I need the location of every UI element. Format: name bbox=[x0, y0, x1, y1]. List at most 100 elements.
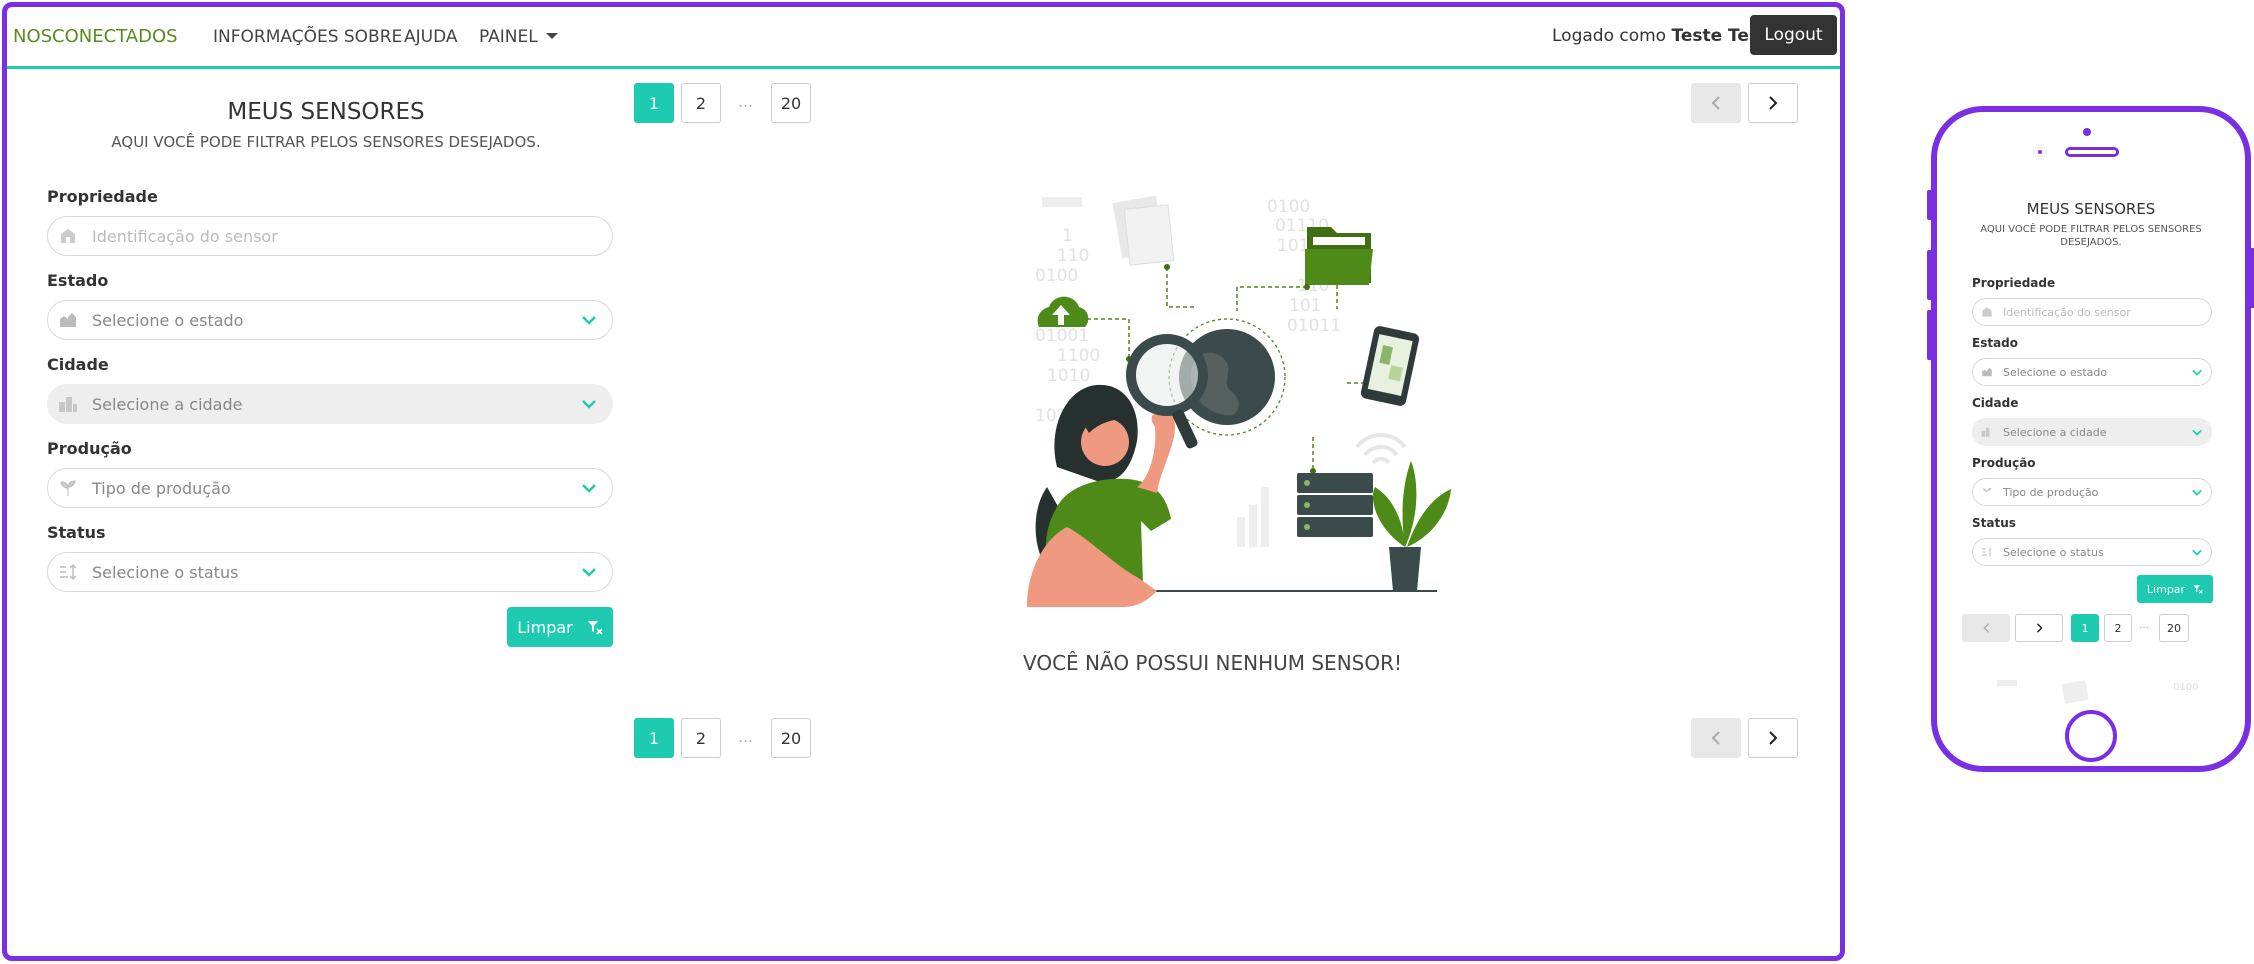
page-20-button[interactable]: 20 bbox=[771, 83, 811, 123]
producao-value: Tipo de produção bbox=[92, 478, 231, 498]
mobile-subtitle-line1: AQUI VOCÊ PODE FILTRAR PELOS SENSORES bbox=[1980, 224, 2202, 235]
binary-text: 1010 bbox=[1047, 366, 1090, 386]
chevron-left-icon bbox=[1982, 623, 1989, 633]
filter-clear-icon bbox=[2193, 585, 2203, 594]
mobile-prev-page-button[interactable] bbox=[1962, 614, 2010, 642]
mobile-estado-select[interactable]: Selecione o estado bbox=[1972, 358, 2212, 386]
binary-text: 0100 bbox=[1267, 197, 1310, 217]
mobile-illustration-binary: 0100 bbox=[2173, 682, 2199, 693]
page-20-button[interactable]: 20 bbox=[771, 718, 811, 758]
nav-link-ajuda[interactable]: AJUDA bbox=[404, 27, 458, 47]
mobile-illustration-peek bbox=[1997, 680, 2017, 686]
chevron-down-icon bbox=[582, 316, 596, 325]
cidade-value: Selecione a cidade bbox=[92, 394, 243, 414]
mobile-next-page-button[interactable] bbox=[2015, 614, 2063, 642]
binary-text: 01011 bbox=[1287, 316, 1341, 336]
prev-page-button[interactable] bbox=[1691, 718, 1741, 758]
mobile-label-estado: Estado bbox=[1972, 336, 2019, 350]
chevron-left-icon bbox=[1711, 731, 1720, 745]
phone-camera bbox=[2083, 128, 2091, 136]
producao-select[interactable]: Tipo de produção bbox=[47, 468, 613, 508]
mobile-preview-frame: MEUS SENSORES AQUI VOCÊ PODE FILTRAR PEL… bbox=[1931, 106, 2251, 772]
phone-sensor bbox=[2038, 150, 2042, 154]
city-icon bbox=[1981, 426, 1995, 438]
chevron-down-icon bbox=[2192, 549, 2202, 556]
mobile-label-status: Status bbox=[1972, 516, 2016, 530]
mobile-page-1-button[interactable]: 1 bbox=[2071, 614, 2099, 642]
mobile-cidade-select[interactable]: Selecione a cidade bbox=[1972, 418, 2212, 446]
chevron-left-icon bbox=[1711, 96, 1720, 110]
label-producao: Produção bbox=[47, 439, 132, 458]
chevron-right-icon bbox=[1769, 731, 1778, 745]
mobile-pagination-ellipsis: … bbox=[2139, 620, 2149, 631]
binary-text: 110 bbox=[1057, 246, 1089, 266]
city-icon bbox=[58, 394, 78, 414]
mobile-label-producao: Produção bbox=[1972, 456, 2036, 470]
mobile-subtitle-line2: DESEJADOS. bbox=[2060, 237, 2122, 248]
nav-dropdown-painel[interactable]: PAINEL bbox=[479, 27, 558, 47]
chevron-down-icon bbox=[2192, 489, 2202, 496]
page-title: MEUS SENSORES bbox=[227, 99, 425, 125]
sort-icon bbox=[1981, 546, 1995, 558]
mobile-clear-filters-label: Limpar bbox=[2146, 582, 2186, 596]
next-page-button[interactable] bbox=[1748, 718, 1798, 758]
page-1-button[interactable]: 1 bbox=[634, 83, 674, 123]
mobile-status-value: Selecione o status bbox=[2003, 545, 2104, 559]
map-state-icon bbox=[58, 310, 78, 330]
mobile-status-select[interactable]: Selecione o status bbox=[1972, 538, 2212, 566]
propriedade-placeholder: Identificação do sensor bbox=[92, 226, 278, 246]
brand-link[interactable]: NOSCONECTADOS bbox=[13, 26, 178, 47]
plant-icon bbox=[58, 478, 78, 498]
mobile-producao-value: Tipo de produção bbox=[2003, 485, 2099, 499]
mobile-label-propriedade: Propriedade bbox=[1972, 276, 2056, 290]
mobile-page-title: MEUS SENSORES bbox=[2026, 200, 2156, 218]
label-status: Status bbox=[47, 523, 106, 542]
logged-prefix: Logado como bbox=[1552, 26, 1667, 46]
chevron-down-icon bbox=[582, 484, 596, 493]
cidade-select[interactable]: Selecione a cidade bbox=[47, 384, 613, 424]
plant-icon bbox=[1981, 486, 1995, 498]
page-2-button[interactable]: 2 bbox=[681, 718, 721, 758]
logout-button[interactable]: Logout bbox=[1750, 15, 1837, 55]
status-value: Selecione o status bbox=[92, 562, 239, 582]
prev-page-button[interactable] bbox=[1691, 83, 1741, 123]
empty-state-message: VOCÊ NÃO POSSUI NENHUM SENSOR! bbox=[1023, 651, 1403, 675]
desktop-frame: NOSCONECTADOS INFORMAÇÕES SOBRE AJUDA PA… bbox=[2, 2, 1845, 961]
mobile-illustration-peek bbox=[2061, 680, 2089, 704]
binary-text: 1 bbox=[1062, 226, 1073, 246]
page-1-button[interactable]: 1 bbox=[634, 718, 674, 758]
mobile-label-cidade: Cidade bbox=[1972, 396, 2019, 410]
nav-painel-label: PAINEL bbox=[479, 27, 538, 47]
clear-filters-label: Limpar bbox=[517, 617, 573, 637]
chevron-down-icon bbox=[2192, 429, 2202, 436]
filter-clear-icon bbox=[587, 621, 603, 635]
chevron-down-icon bbox=[582, 568, 596, 577]
mobile-propriedade-input[interactable]: Identificação do sensor bbox=[1972, 298, 2212, 326]
estado-select[interactable]: Selecione o estado bbox=[47, 300, 613, 340]
chevron-right-icon bbox=[1769, 96, 1778, 110]
label-propriedade: Propriedade bbox=[47, 187, 158, 206]
label-estado: Estado bbox=[47, 271, 109, 290]
empty-state-illustration: 0100 01110 1010 110 101 01011 1 110 0100… bbox=[1027, 195, 1451, 607]
chevron-right-icon bbox=[2036, 623, 2043, 633]
mobile-propriedade-placeholder: Identificação do sensor bbox=[2003, 305, 2131, 319]
chevron-down-icon bbox=[2192, 369, 2202, 376]
property-icon bbox=[1981, 306, 1995, 318]
propriedade-input[interactable]: Identificação do sensor bbox=[47, 216, 613, 256]
clear-filters-button[interactable]: Limpar bbox=[507, 607, 613, 647]
mobile-page-2-button[interactable]: 2 bbox=[2104, 614, 2132, 642]
navbar: NOSCONECTADOS INFORMAÇÕES SOBRE AJUDA PA… bbox=[7, 7, 1840, 69]
binary-text: 101 bbox=[1289, 296, 1321, 316]
page-2-button[interactable]: 2 bbox=[681, 83, 721, 123]
map-state-icon bbox=[1981, 366, 1995, 378]
pagination-ellipsis: … bbox=[738, 93, 753, 111]
mobile-clear-filters-button[interactable]: Limpar bbox=[2137, 575, 2213, 603]
mobile-producao-select[interactable]: Tipo de produção bbox=[1972, 478, 2212, 506]
nav-link-informacoes[interactable]: INFORMAÇÕES SOBRE bbox=[213, 27, 402, 47]
mobile-page-20-button[interactable]: 20 bbox=[2159, 614, 2189, 642]
status-select[interactable]: Selecione o status bbox=[47, 552, 613, 592]
chevron-down-icon bbox=[582, 400, 596, 409]
mobile-cidade-value: Selecione a cidade bbox=[2003, 425, 2107, 439]
next-page-button[interactable] bbox=[1748, 83, 1798, 123]
sort-icon bbox=[58, 562, 78, 582]
